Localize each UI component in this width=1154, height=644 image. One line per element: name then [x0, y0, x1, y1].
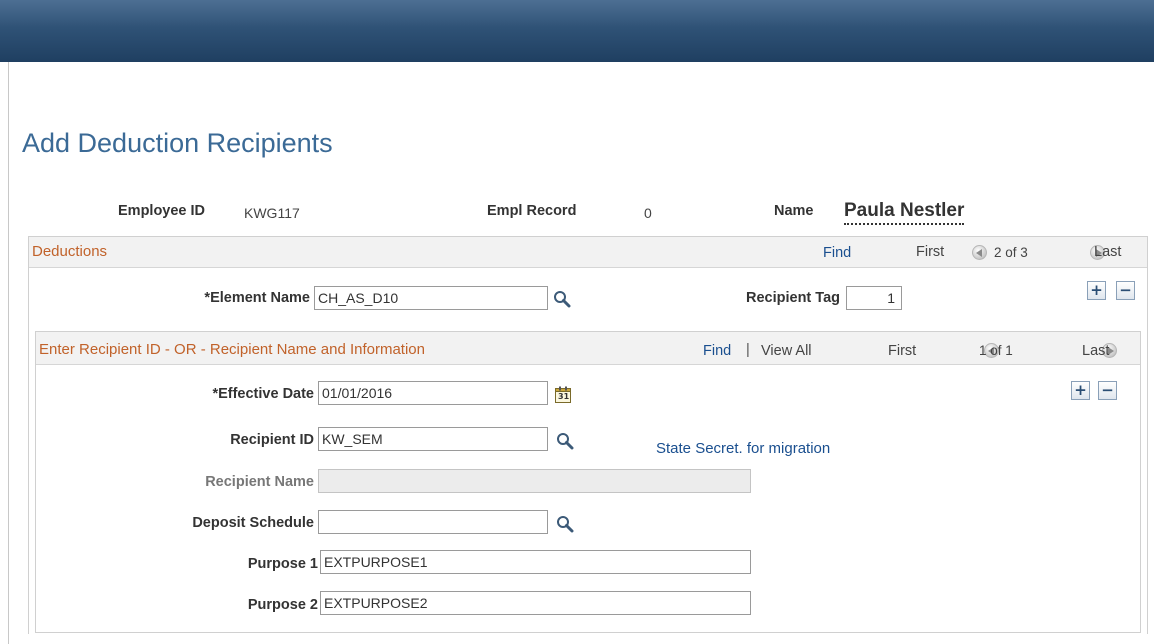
empl-record-value: 0 [644, 205, 652, 221]
page-title: Add Deduction Recipients [22, 128, 333, 158]
recipient-add-row-button[interactable]: + [1071, 381, 1090, 400]
recipient-view-all-link[interactable]: View All [761, 343, 812, 359]
recipient-last-link[interactable]: Last [1082, 343, 1109, 359]
employee-id-label: Employee ID [118, 203, 206, 219]
top-banner [0, 0, 1154, 62]
recipient-tag-input[interactable]: 1 [846, 286, 902, 310]
effective-date-label: *Effective Date [212, 386, 314, 402]
deductions-prev-icon[interactable] [972, 245, 987, 260]
recipient-name-input[interactable] [318, 469, 751, 493]
deposit-schedule-label: Deposit Schedule [192, 515, 314, 531]
recipient-name-label: Recipient Name [205, 474, 314, 490]
element-name-label: *Element Name [204, 290, 310, 306]
deductions-title: Deductions [32, 243, 108, 260]
deposit-schedule-input[interactable] [318, 510, 548, 534]
recipient-find-link[interactable]: Find [703, 343, 731, 359]
calendar-icon[interactable]: 31 [555, 386, 571, 403]
recipient-tag-label: Recipient Tag [746, 290, 840, 306]
empl-record-label: Empl Record [487, 203, 577, 219]
deductions-last-link[interactable]: Last [1094, 244, 1121, 260]
recipient-first-link[interactable]: First [888, 343, 916, 359]
recipient-separator: | [746, 342, 750, 358]
calendar-day-text: 31 [558, 392, 570, 401]
element-name-lookup-icon[interactable] [553, 290, 571, 308]
employee-name-value[interactable]: Paula Nestler [844, 200, 965, 225]
recipient-id-label: Recipient ID [230, 432, 314, 448]
recipient-section-title: Enter Recipient ID - OR - Recipient Name… [39, 341, 425, 358]
deductions-row-count: 2 of 3 [994, 245, 1028, 260]
deposit-schedule-lookup-icon[interactable] [556, 515, 574, 533]
left-border [8, 62, 9, 644]
purpose2-label: Purpose 2 [247, 597, 318, 613]
element-name-input[interactable]: CH_AS_D10 [314, 286, 548, 310]
recipient-delete-row-button[interactable]: − [1098, 381, 1117, 400]
recipient-id-input[interactable]: KW_SEM [318, 427, 548, 451]
purpose2-input[interactable]: EXTPURPOSE2 [320, 591, 751, 615]
deductions-find-link[interactable]: Find [823, 245, 851, 261]
recipient-id-description: State Secret. for migration [656, 440, 831, 457]
recipient-row-count: 1 of 1 [979, 343, 1013, 358]
purpose1-label: Purpose 1 [247, 556, 318, 572]
recipient-id-lookup-icon[interactable] [556, 432, 574, 450]
deductions-add-row-button[interactable]: + [1087, 281, 1106, 300]
name-label: Name [774, 203, 814, 219]
deductions-delete-row-button[interactable]: − [1116, 281, 1135, 300]
employee-id-value: KWG117 [244, 205, 300, 221]
effective-date-input[interactable]: 01/01/2016 [318, 381, 548, 405]
deductions-first-link[interactable]: First [916, 244, 944, 260]
purpose1-input[interactable]: EXTPURPOSE1 [320, 550, 751, 574]
